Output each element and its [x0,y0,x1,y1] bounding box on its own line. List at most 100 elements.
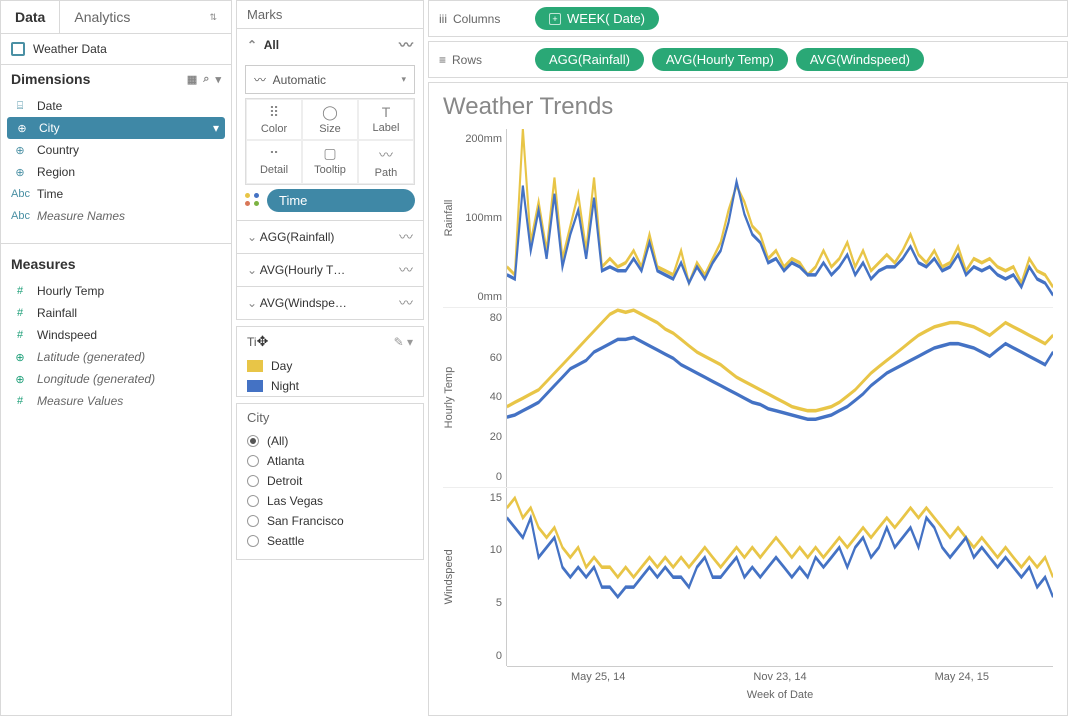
detail-card[interactable]: ⠒Detail [246,140,302,184]
highlighter-icon[interactable]: ✎ ▾ [394,335,413,349]
x-tick: May 25, 14 [571,671,625,683]
dimension-field[interactable]: ⊕Country [1,139,231,161]
filter-option[interactable]: (All) [237,431,423,451]
columns-shelf[interactable]: iiiColumns +WEEK( Date) [428,0,1068,37]
filter-option[interactable]: Seattle [237,531,423,551]
plot-area[interactable] [507,488,1053,666]
filter-option[interactable]: San Francisco [237,511,423,531]
y-tick: 10 [490,544,502,556]
dimension-field[interactable]: ⌸Date [1,95,231,117]
color-swatch [247,380,263,392]
legend-item[interactable]: Night [237,376,423,396]
marks-all-row[interactable]: ⌃ All 〰 [237,28,423,61]
row-pill[interactable]: AGG(Rainfall) [535,48,644,71]
dimension-field[interactable]: AbcTime [1,183,231,205]
#-icon: # [11,307,29,319]
y-tick: 40 [490,391,502,403]
series-line [507,338,1053,420]
view-icon[interactable]: ▦ [187,73,197,86]
measure-field[interactable]: #Measure Values [1,390,231,412]
date-icon: ⌸ [11,100,29,113]
color-icon: ⠿ [251,104,297,121]
y-tick: 0 [496,471,502,483]
time-pill[interactable]: Time [267,189,415,212]
rows-icon: ≡ [439,53,446,67]
chevron-down-icon: ⌃ [247,38,257,52]
menu-icon[interactable]: ▾ [215,73,221,86]
abc-icon: Abc [11,210,29,222]
datasource-icon [11,42,25,56]
y-tick: 5 [496,597,502,609]
x-tick: Nov 23, 14 [753,671,806,683]
chevron-down-icon: ⌄ [247,296,257,310]
marks-measure-row[interactable]: ⌄ AVG(Hourly T…〰 [237,253,423,286]
y-axis-label: Hourly Temp [443,308,461,486]
worksheet-area: iiiColumns +WEEK( Date) ≡Rows AGG(Rainfa… [428,0,1068,716]
line-icon: 〰 [399,293,413,313]
tab-analytics[interactable]: Analytics⇅ [60,1,231,33]
tab-data[interactable]: Data [1,1,60,33]
dimensions-header: Dimensions ▦ ⌕ ▾ [1,65,231,93]
chevron-down-icon: ▾ [213,121,219,135]
y-tick: 80 [490,312,502,324]
viz-title: Weather Trends [443,93,1053,121]
radio-icon [247,535,259,547]
y-tick: 0 [496,650,502,662]
tooltip-card[interactable]: ▢Tooltip [302,140,358,184]
filter-option[interactable]: Atlanta [237,451,423,471]
dimension-field[interactable]: ⊕City▾ [7,117,225,139]
plot-area[interactable] [507,308,1053,486]
radio-icon [247,495,259,507]
path-card[interactable]: 〰Path [358,140,414,184]
measure-field[interactable]: #Rainfall [1,302,231,324]
size-icon: ◯ [307,104,353,121]
data-pane: Data Analytics⇅ Weather Data Dimensions … [0,0,232,716]
dimension-field[interactable]: ⊕Region [1,161,231,183]
row-pill[interactable]: AVG(Hourly Temp) [652,48,788,71]
y-tick: 100mm [465,212,502,224]
chevron-down-icon: ⌄ [247,230,257,244]
dimension-field[interactable]: AbcMeasure Names [1,205,231,227]
#-icon: # [11,329,29,341]
plot-area[interactable] [507,129,1053,307]
column-pill[interactable]: +WEEK( Date) [535,7,659,30]
chevron-down-icon: ⌄ [247,263,257,277]
filter-title: City [237,404,423,431]
line-icon: 〰 [399,260,413,280]
measure-field[interactable]: ⊕Latitude (generated) [1,346,231,368]
label-card[interactable]: TLabel [358,99,414,140]
legend-title: Ti✥ ✎ ▾ [237,327,423,356]
#-icon: # [11,395,29,407]
chart-panel: Rainfall 200mm100mm0mm [443,129,1053,308]
updown-icon: ⇅ [209,12,217,23]
measure-field[interactable]: ⊕Longitude (generated) [1,368,231,390]
mark-type-dropdown[interactable]: 〰 Automatic ▾ [245,65,415,94]
rows-shelf[interactable]: ≡Rows AGG(Rainfall)AVG(Hourly Temp)AVG(W… [428,41,1068,78]
legend-item[interactable]: Day [237,356,423,376]
measure-field[interactable]: #Hourly Temp [1,280,231,302]
chart-panel: Windspeed 151050 [443,488,1053,666]
globe-icon: ⊕ [11,351,29,364]
filter-option[interactable]: Las Vegas [237,491,423,511]
marks-measure-row[interactable]: ⌄ AVG(Windspe…〰 [237,286,423,319]
color-dots-icon [245,193,261,209]
filter-option[interactable]: Detroit [237,471,423,491]
globe-icon: ⊕ [11,373,29,386]
color-swatch [247,360,263,372]
y-axis-label: Rainfall [443,129,461,307]
marks-measure-row[interactable]: ⌄ AGG(Rainfall)〰 [237,220,423,253]
color-card[interactable]: ⠿Color [246,99,302,140]
measures-header: Measures [1,250,231,278]
chevron-down-icon: ▾ [401,74,406,85]
measure-field[interactable]: #Windspeed [1,324,231,346]
size-card[interactable]: ◯Size [302,99,358,140]
marks-column: Marks ⌃ All 〰 〰 Automatic ▾ ⠿Color◯SizeT… [232,0,428,716]
line-icon: 〰 [399,35,413,55]
datasource-row[interactable]: Weather Data [1,34,231,65]
detail-icon: ⠒ [251,145,297,162]
y-tick: 200mm [465,133,502,145]
row-pill[interactable]: AVG(Windspeed) [796,48,924,71]
search-icon[interactable]: ⌕ [203,73,209,86]
plus-icon: + [549,13,561,25]
tooltip-icon: ▢ [307,145,353,162]
